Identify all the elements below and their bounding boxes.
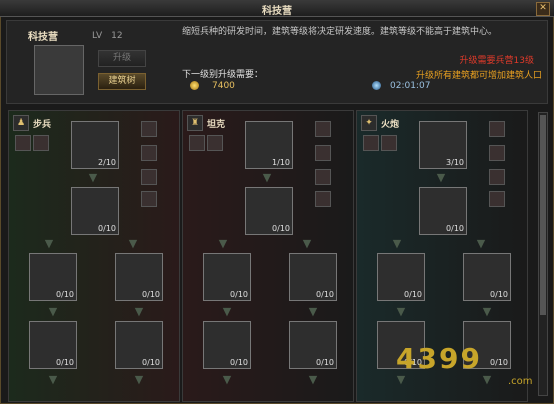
unit-count: 0/10 <box>404 290 422 299</box>
arrow-icon: ▼ <box>48 305 58 318</box>
skill-icon[interactable] <box>141 191 157 207</box>
unit-slot[interactable]: 0/10 <box>289 253 337 301</box>
window-title: 科技营 <box>262 6 292 17</box>
arrow-icon: ▼ <box>128 237 138 250</box>
arrow-icon: ▼ <box>396 305 406 318</box>
gold-icon <box>190 81 199 90</box>
watermark: 4399 <box>396 342 482 375</box>
unit-count: 0/10 <box>142 358 160 367</box>
unit-slot[interactable]: 0/10 <box>29 321 77 369</box>
tank-column: ♜ 坦克 1/10 ▼ 0/10 ▼ ▼ 0/10 0/10 ▼ ▼ 0/10 … <box>182 110 354 402</box>
arrow-icon: ▼ <box>218 237 228 250</box>
unit-count: 0/10 <box>142 290 160 299</box>
unit-count: 0/10 <box>56 358 74 367</box>
unit-count: 0/10 <box>56 290 74 299</box>
unit-count: 0/10 <box>316 290 334 299</box>
unit-count: 0/10 <box>230 290 248 299</box>
unit-slot[interactable]: 0/10 <box>115 321 163 369</box>
arrow-icon: ▼ <box>308 305 318 318</box>
gold-cost: 7400 <box>212 81 235 91</box>
building-name: 科技营 <box>28 32 58 43</box>
arrow-icon: ▼ <box>48 373 58 386</box>
arrow-icon: ▼ <box>134 373 144 386</box>
skill-icon[interactable] <box>141 145 157 161</box>
arrow-icon: ▼ <box>436 171 446 184</box>
arrow-icon: ▼ <box>262 171 272 184</box>
arrow-icon: ▼ <box>134 305 144 318</box>
infantry-icon: ♟ <box>13 115 29 131</box>
column-title: 坦克 <box>207 120 226 130</box>
unit-slot[interactable]: 0/10 <box>289 321 337 369</box>
artillery-icon: ✦ <box>361 115 377 131</box>
skill-icon[interactable] <box>315 169 331 185</box>
column-title: 步兵 <box>33 120 52 130</box>
arrow-icon: ▼ <box>88 171 98 184</box>
close-button[interactable]: ✕ <box>536 2 550 16</box>
arrow-icon: ▼ <box>308 373 318 386</box>
clock-icon <box>372 81 381 90</box>
building-icon <box>34 45 84 95</box>
unit-count: 0/10 <box>490 290 508 299</box>
arrow-icon: ▼ <box>482 305 492 318</box>
skill-icon[interactable] <box>141 121 157 137</box>
upgrade-button[interactable]: 升级 <box>98 50 146 67</box>
unit-slot[interactable]: 0/10 <box>115 253 163 301</box>
infantry-column: ♟ 步兵 2/10 ▼ 0/10 ▼ ▼ 0/10 0/10 ▼ ▼ 0/10 … <box>8 110 180 402</box>
scrollbar[interactable] <box>538 112 548 396</box>
title-bar: 科技营 ✕ <box>0 0 554 17</box>
unit-slot[interactable]: 0/10 <box>463 253 511 301</box>
unit-count: 3/10 <box>446 158 464 167</box>
skill-icon[interactable] <box>207 135 223 151</box>
skill-icon[interactable] <box>381 135 397 151</box>
watermark-domain: .com <box>508 376 533 387</box>
unit-slot[interactable]: 0/10 <box>29 253 77 301</box>
skill-icon[interactable] <box>141 169 157 185</box>
unit-slot[interactable]: 3/10 <box>419 121 467 169</box>
unit-count: 1/10 <box>272 158 290 167</box>
column-title: 火炮 <box>381 120 400 130</box>
upgrade-hint: 升级所有建筑都可增加建筑人口 <box>415 71 542 81</box>
skill-icon[interactable] <box>489 191 505 207</box>
unit-count: 0/10 <box>98 224 116 233</box>
skill-icon[interactable] <box>489 145 505 161</box>
unit-slot[interactable]: 0/10 <box>245 187 293 235</box>
skill-icon[interactable] <box>315 191 331 207</box>
skill-icon[interactable] <box>33 135 49 151</box>
troop-requirement: 升级需要兵营13级 <box>459 56 534 66</box>
tank-icon: ♜ <box>187 115 203 131</box>
arrow-icon: ▼ <box>44 237 54 250</box>
arrow-icon: ▼ <box>392 237 402 250</box>
arrow-icon: ▼ <box>302 237 312 250</box>
arrow-icon: ▼ <box>482 373 492 386</box>
skill-icon[interactable] <box>489 121 505 137</box>
arrow-icon: ▼ <box>222 305 232 318</box>
skill-icon[interactable] <box>315 145 331 161</box>
unit-slot[interactable]: 0/10 <box>71 187 119 235</box>
unit-slot[interactable]: 0/10 <box>419 187 467 235</box>
upgrade-time: 02:01:07 <box>390 81 431 91</box>
requirements-heading: 下一级别升级需要： <box>182 70 264 80</box>
unit-slot[interactable]: 1/10 <box>245 121 293 169</box>
scrollbar-thumb[interactable] <box>540 115 546 315</box>
unit-count: 2/10 <box>98 158 116 167</box>
unit-count: 0/10 <box>490 358 508 367</box>
building-level: LV 12 <box>92 31 123 41</box>
unit-count: 0/10 <box>272 224 290 233</box>
arrow-icon: ▼ <box>222 373 232 386</box>
unit-count: 0/10 <box>316 358 334 367</box>
arrow-icon: ▼ <box>476 237 486 250</box>
unit-slot[interactable]: 2/10 <box>71 121 119 169</box>
skill-icon[interactable] <box>363 135 379 151</box>
skill-icon[interactable] <box>189 135 205 151</box>
skill-icon[interactable] <box>15 135 31 151</box>
unit-slot[interactable]: 0/10 <box>377 253 425 301</box>
unit-count: 0/10 <box>446 224 464 233</box>
unit-count: 0/10 <box>230 358 248 367</box>
build-tree-button[interactable]: 建筑树 <box>98 73 146 90</box>
skill-icon[interactable] <box>315 121 331 137</box>
building-description: 缩短兵种的研发时间，建筑等级将决定研发速度。建筑等级不能高于建筑中心。 <box>182 27 498 37</box>
skill-icon[interactable] <box>489 169 505 185</box>
unit-slot[interactable]: 0/10 <box>203 321 251 369</box>
unit-slot[interactable]: 0/10 <box>203 253 251 301</box>
